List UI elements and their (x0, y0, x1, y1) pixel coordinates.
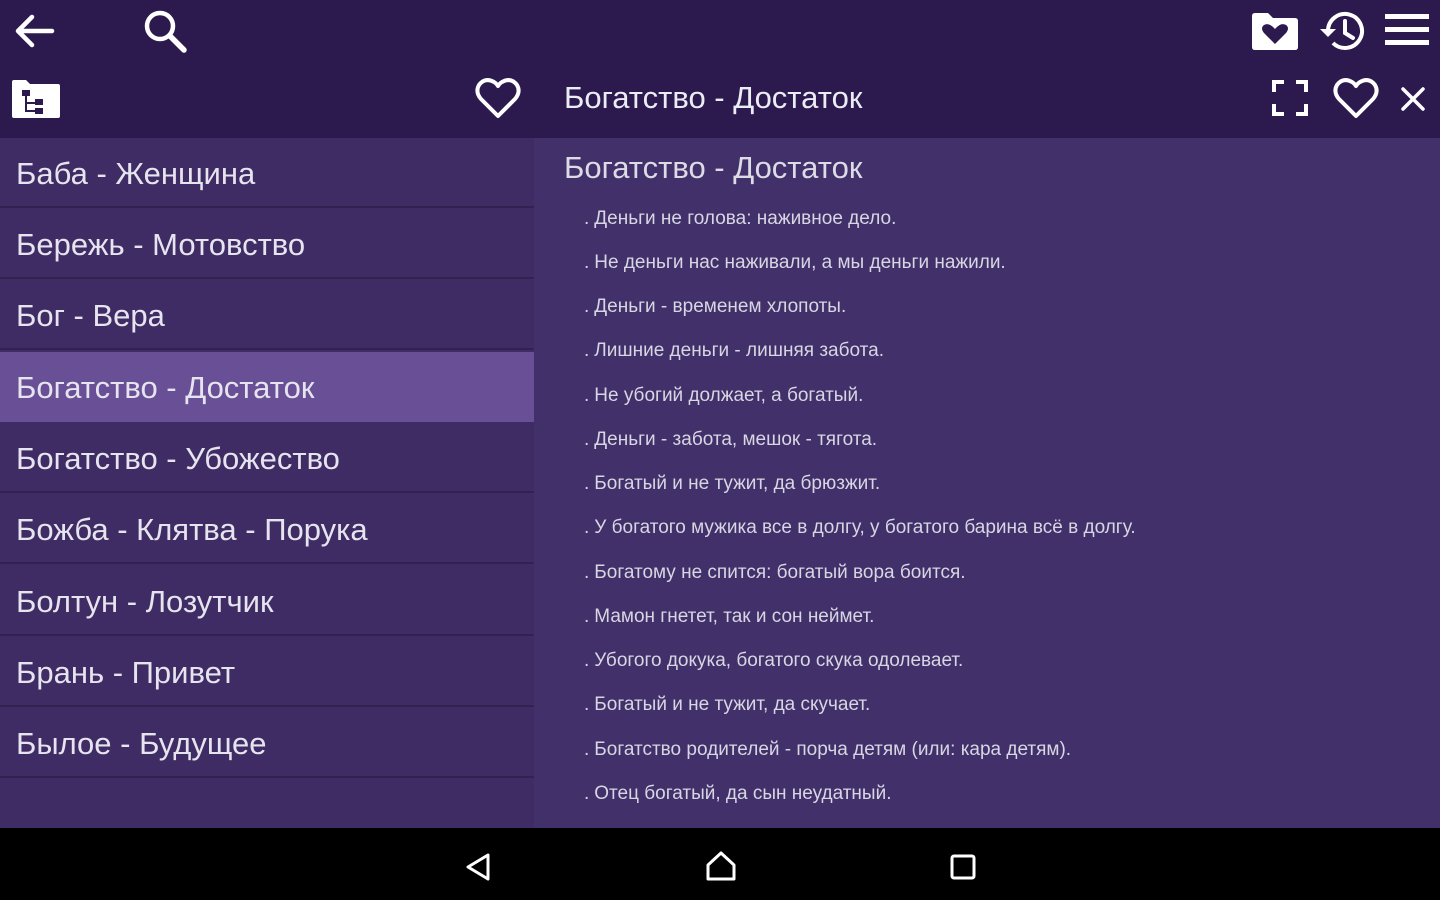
list-item-label: Былое - Будущее (16, 726, 267, 761)
proverb-text: Богатый и не тужит, да брюзжит. (594, 473, 881, 494)
history-icon[interactable] (1316, 8, 1366, 54)
proverb-text: Богатство родителей - порча детям (или: … (594, 739, 1072, 760)
list-item[interactable]: Бережь - Мотовство (0, 209, 534, 279)
list-item[interactable]: Болтун - Лозутчик (0, 566, 534, 636)
proverb-text: Отец богатый, да сын неудатный. (594, 783, 892, 804)
proverb-text: Мамон гнетет, так и сон неймет. (594, 606, 875, 627)
list-item-selected[interactable]: Богатство - Достаток (0, 352, 534, 422)
list-item[interactable]: Бог - Вера (0, 280, 534, 350)
proverb-text: Деньги - временем хлопоты. (594, 296, 847, 317)
proverb-item: . Деньги - забота, мешок - тягота. (584, 429, 877, 451)
proverb-item: . Деньги не голова: наживное дело. (584, 208, 896, 230)
proverb-text: Деньги не голова: наживное дело. (594, 208, 897, 229)
list-item-label: Баба - Женщина (16, 156, 256, 191)
list-item-label: Брань - Привет (16, 655, 236, 690)
list-item-label: Бережь - Мотовство (16, 227, 306, 262)
list-item[interactable]: Богатство - Убожество (0, 423, 534, 493)
proverb-item: . Богатый и не тужит, да брюзжит. (584, 473, 880, 495)
page-title: Богатство - Достаток (564, 80, 863, 115)
favorite-heart-icon[interactable] (1332, 76, 1380, 120)
bullet: . (584, 739, 590, 760)
bullet: . (584, 517, 590, 538)
list-item[interactable]: Былое - Будущее (0, 708, 534, 778)
fullscreen-icon[interactable] (1272, 80, 1308, 116)
bullet: . (584, 562, 590, 583)
bullet: . (584, 208, 590, 229)
proverb-item: . Богатому не спится: богатый вора боится… (584, 562, 966, 584)
proverb-item: . Богатый и не тужит, да скучает. (584, 694, 870, 716)
list-item-label: Богатство - Убожество (16, 441, 340, 476)
proverb-item: . Мамон гнетет, так и сон неймет. (584, 606, 874, 628)
back-arrow-icon[interactable] (12, 10, 56, 52)
list-item[interactable]: Баба - Женщина (0, 138, 534, 208)
bullet: . (584, 296, 590, 317)
heart-folder-icon[interactable] (1250, 10, 1300, 52)
list-item-label: Бог - Вера (16, 298, 165, 333)
bullet: . (584, 429, 590, 450)
bullet: . (584, 650, 590, 671)
proverb-text: У богатого мужика все в долгу, у богатог… (594, 517, 1136, 538)
bullet: . (584, 252, 590, 273)
bullet: . (584, 340, 590, 361)
detail-heading: Богатство - Достаток (564, 150, 863, 185)
proverb-text: Не убогий должает, а богатый. (594, 385, 864, 406)
bullet: . (584, 783, 590, 804)
heart-outline-icon[interactable] (474, 76, 522, 120)
proverb-item: . Не убогий должает, а богатый. (584, 385, 863, 407)
list-item[interactable]: Брань - Привет (0, 637, 534, 707)
bullet: . (584, 385, 590, 406)
tree-icon[interactable] (12, 78, 60, 118)
proverb-text: Деньги - забота, мешок - тягота. (594, 429, 878, 450)
app-toolbar: Богатство - Достаток (0, 0, 1440, 138)
proverb-item: . Убогого докука, богатого скука одолевае… (584, 650, 963, 672)
list-item[interactable]: Божба - Клятва - Порука (0, 494, 534, 564)
proverb-text: Не деньги нас наживали, а мы деньги нажи… (594, 252, 1006, 273)
proverb-item: . Богатство родителей - порча детям (или:… (584, 739, 1071, 761)
proverb-item: . Не деньги нас наживали, а мы деньги наж… (584, 252, 1006, 274)
system-navigation-bar (0, 828, 1440, 900)
nav-recents-icon[interactable] (950, 854, 976, 880)
proverb-text: Убогого докука, богатого скука одолевает… (594, 650, 964, 671)
menu-icon[interactable] (1384, 12, 1430, 48)
list-item-label: Богатство - Достаток (16, 370, 315, 405)
proverb-text: Богатому не спится: богатый вора боится. (594, 562, 966, 583)
search-icon[interactable] (142, 8, 188, 54)
topic-list: Баба - Женщина Бережь - Мотовство Бог - … (0, 138, 534, 828)
nav-home-icon[interactable] (705, 850, 737, 882)
list-item-label: Божба - Клятва - Порука (16, 512, 368, 547)
bullet: . (584, 606, 590, 627)
proverb-text: Богатый и не тужит, да скучает. (594, 694, 871, 715)
proverb-item: . Деньги - временем хлопоты. (584, 296, 846, 318)
proverb-item: .У богатого мужика все в долгу, у богато… (584, 517, 1136, 539)
list-item-label: Болтун - Лозутчик (16, 584, 274, 619)
bullet: . (584, 694, 590, 715)
proverb-text: Лишние деньги - лишняя забота. (594, 340, 884, 361)
bullet: . (584, 473, 590, 494)
close-icon[interactable] (1400, 86, 1426, 112)
proverb-item: . Отец богатый, да сын неудатный. (584, 783, 891, 805)
nav-back-icon[interactable] (464, 852, 492, 882)
proverb-item: . Лишние деньги - лишняя забота. (584, 340, 884, 362)
